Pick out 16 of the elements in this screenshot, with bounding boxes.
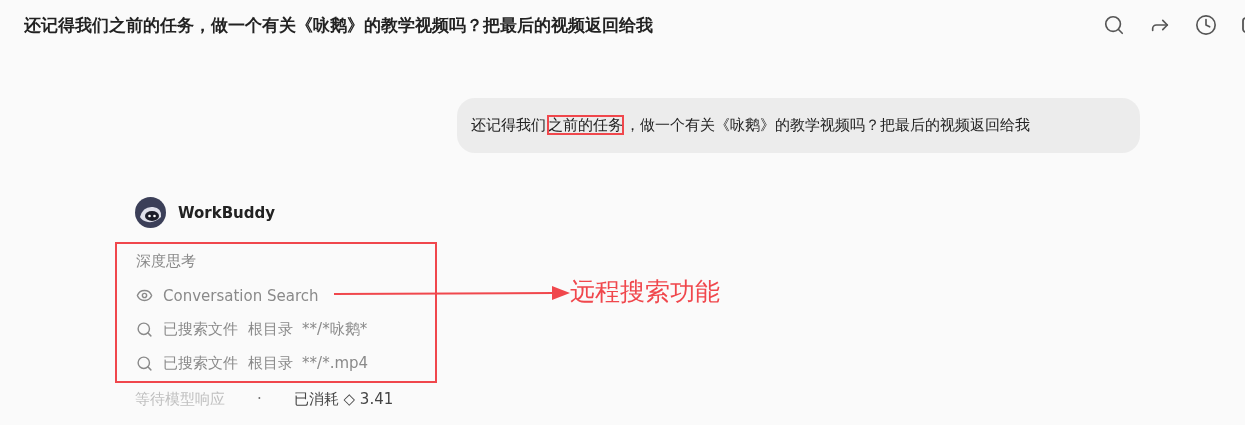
clock-icon[interactable] (1195, 14, 1217, 36)
step-text: 已搜索文件 根目录 **/*.mp4 (163, 354, 369, 373)
conversation-title: 还记得我们之前的任务，做一个有关《咏鹅》的教学视频吗？把最后的视频返回给我 (24, 13, 654, 37)
search-icon (136, 321, 153, 338)
step-text: 已搜索文件 根目录 **/*咏鹅* (163, 320, 368, 339)
search-icon (136, 355, 153, 372)
message-text: 还记得我们 之前的任务，做一个有关《咏鹅》的教学视频吗？把最后的视频返回给我 (471, 116, 1030, 135)
step-text: Conversation Search (163, 286, 319, 305)
annotation-label: 远程搜索功能 (570, 276, 720, 308)
search-icon[interactable] (1103, 14, 1125, 36)
cost-text: 已消耗 ◇ 3.41 (293, 390, 394, 409)
eye-icon (136, 287, 153, 304)
avatar-icon (135, 197, 166, 228)
assistant-name: WorkBuddy (178, 203, 276, 222)
step-text: 深度思考 (136, 252, 196, 271)
separator-dot: · (257, 390, 262, 409)
